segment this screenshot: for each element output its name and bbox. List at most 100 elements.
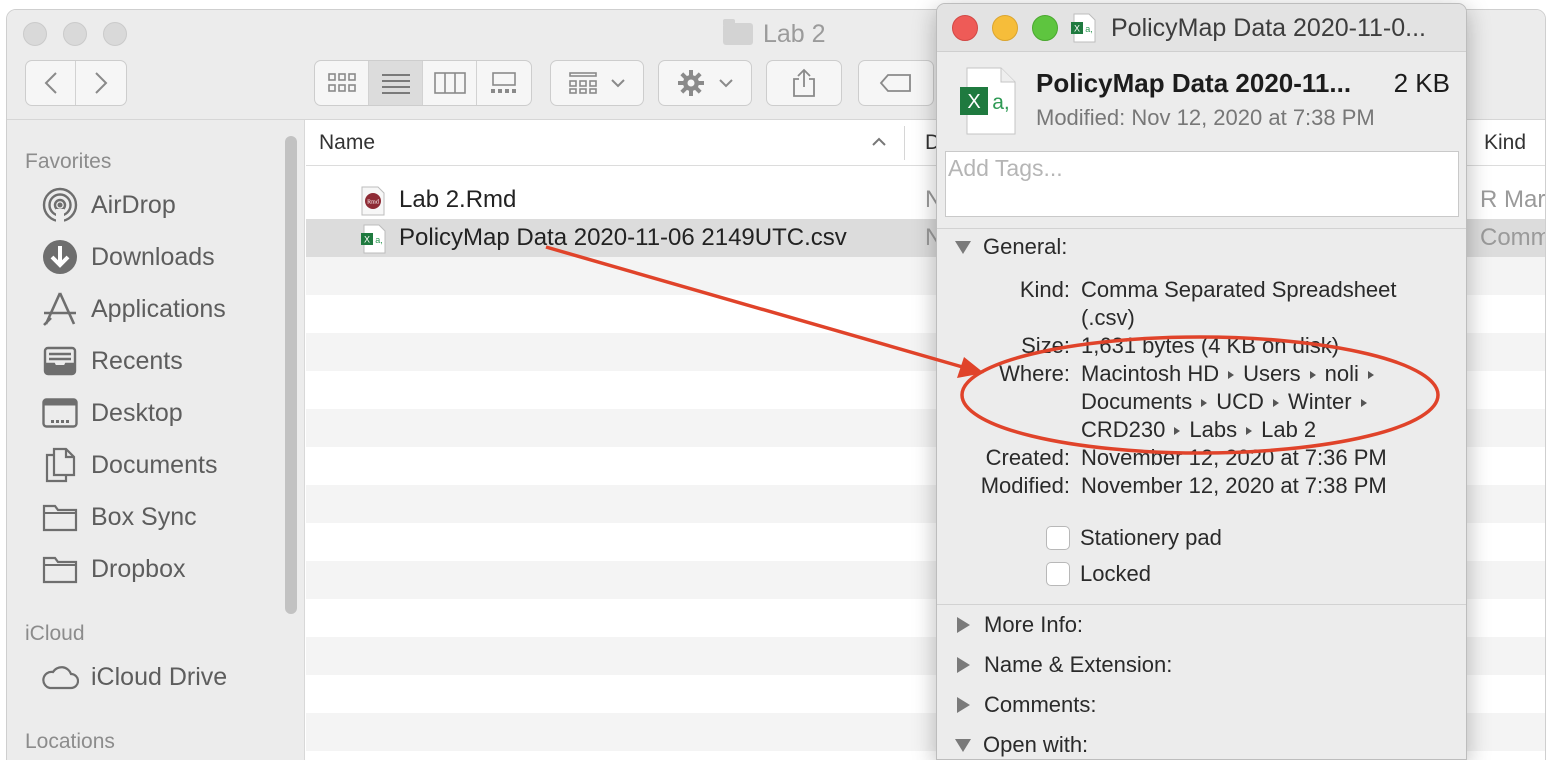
section-label: Comments: (984, 692, 1097, 717)
column-name[interactable]: Name (319, 131, 375, 155)
desktop-icon (41, 394, 79, 432)
tags-input[interactable] (948, 155, 1456, 182)
section-label: General: (983, 234, 1068, 259)
sidebar-heading-favorites: Favorites (25, 150, 112, 173)
sidebar-item-desktop[interactable]: Desktop (41, 393, 183, 433)
group-button[interactable] (550, 60, 644, 106)
sidebar-item-label: Recents (91, 346, 183, 375)
sidebar-item-box-sync[interactable]: Box Sync (41, 497, 197, 537)
close-button[interactable] (952, 15, 978, 41)
list-view-button[interactable] (369, 61, 423, 105)
recents-icon (41, 342, 79, 380)
icon-grid-icon (327, 73, 356, 92)
group-grid-icon (569, 72, 597, 94)
section-general[interactable]: General: (955, 232, 1067, 262)
csv-file-icon: X a, (361, 224, 386, 254)
action-button[interactable] (658, 60, 752, 106)
svg-text:X: X (967, 91, 980, 113)
downloads-icon (41, 238, 79, 276)
column-kind[interactable]: Kind (1484, 131, 1526, 155)
sidebar-item-label: Applications (91, 294, 226, 323)
documents-icon (41, 446, 79, 484)
sort-ascending-icon[interactable] (872, 130, 886, 153)
sidebar-item-icloud-drive[interactable]: iCloud Drive (41, 657, 227, 697)
where-path-line2: Documents UCD Winter (1081, 389, 1376, 415)
checkbox-box[interactable] (1046, 562, 1070, 586)
get-info-window: X a, PolicyMap Data 2020-11-0... X a, Po… (936, 3, 1467, 760)
divider (937, 228, 1466, 229)
path-arrow-icon (1309, 371, 1316, 380)
divider (937, 604, 1466, 605)
section-name-extension[interactable]: Name & Extension: (955, 650, 1172, 680)
back-button[interactable] (26, 61, 76, 105)
applications-icon (41, 290, 79, 328)
share-button[interactable] (766, 60, 842, 106)
cloud-icon (41, 658, 79, 696)
path-arrow-icon (1174, 427, 1181, 436)
sidebar-item-applications[interactable]: Applications (41, 289, 226, 329)
checkbox-box[interactable] (1046, 526, 1070, 550)
svg-text:X: X (1074, 24, 1080, 34)
path-arrow-icon (1367, 371, 1374, 380)
sidebar-item-label: Documents (91, 450, 218, 479)
where-path-line3: CRD230 Labs Lab 2 (1081, 417, 1317, 442)
disclosure-closed-icon[interactable] (957, 697, 970, 713)
share-icon (793, 68, 815, 97)
sidebar-item-recents[interactable]: Recents (41, 341, 183, 381)
info-file-name: PolicyMap Data 2020-11... (1036, 68, 1352, 98)
close-button-inactive[interactable] (23, 22, 47, 46)
sidebar-item-airdrop[interactable]: AirDrop (41, 185, 176, 225)
file-kind: Comm (1480, 224, 1546, 251)
sidebar-item-label: Desktop (91, 398, 183, 427)
minimize-button-inactive[interactable] (63, 22, 87, 46)
disclosure-closed-icon[interactable] (957, 657, 970, 673)
size-label: Size: (1021, 333, 1070, 358)
window-title: Lab 2 (723, 19, 826, 49)
section-label: More Info: (984, 612, 1084, 637)
sidebar-heading-locations: Locations (25, 730, 115, 753)
sidebar-item-documents[interactable]: Documents (41, 445, 217, 485)
disclosure-closed-icon[interactable] (957, 617, 970, 633)
locked-checkbox[interactable]: Locked (1046, 561, 1151, 587)
sidebar-item-dropbox[interactable]: Dropbox (41, 549, 186, 589)
sidebar-item-label: iCloud Drive (91, 662, 228, 691)
gallery-view-button[interactable] (477, 61, 531, 105)
column-view-button[interactable] (423, 61, 477, 105)
svg-text:a,: a, (1085, 24, 1093, 34)
kind-label: Kind: (1019, 277, 1070, 302)
file-kind: R Mar (1480, 186, 1546, 213)
sidebar-item-label: Dropbox (91, 554, 186, 583)
sidebar-item-downloads[interactable]: Downloads (41, 237, 215, 277)
folder-icon (723, 19, 753, 45)
sidebar-scrollbar[interactable] (285, 136, 297, 614)
minimize-button[interactable] (992, 15, 1018, 41)
modified-label: Modified: (980, 473, 1070, 498)
icon-view-button[interactable] (315, 61, 369, 105)
zoom-button[interactable] (1032, 15, 1058, 41)
sidebar: Favorites AirDrop Downloads Applications… (7, 120, 305, 760)
stationery-pad-checkbox[interactable]: Stationery pad (1046, 525, 1222, 551)
column-divider[interactable] (904, 126, 905, 160)
info-window-title: PolicyMap Data 2020-11-0... (1111, 14, 1426, 42)
tags-field[interactable] (945, 151, 1459, 217)
size-value: 1,631 bytes (4 KB on disk) (1081, 333, 1340, 358)
path-arrow-icon (1272, 399, 1279, 408)
info-title-bar: X a, PolicyMap Data 2020-11-0... (937, 4, 1466, 52)
section-open-with[interactable]: Open with: (955, 730, 1088, 759)
path-arrow-icon (1201, 399, 1208, 408)
kind-value-line1: Comma Separated Spreadsheet (1081, 277, 1397, 302)
section-comments[interactable]: Comments: (955, 690, 1096, 720)
disclosure-open-icon[interactable] (955, 240, 971, 254)
kind-value-line2: (.csv) (1081, 305, 1135, 330)
list-icon (381, 74, 410, 94)
path-arrow-icon (1228, 371, 1235, 380)
checkbox-label: Locked (1080, 561, 1151, 586)
forward-button[interactable] (76, 61, 126, 105)
path-arrow-icon (1360, 399, 1367, 408)
disclosure-open-icon[interactable] (955, 738, 971, 752)
sidebar-item-label: Downloads (91, 242, 215, 271)
tags-button[interactable] (858, 60, 934, 106)
nav-buttons (25, 60, 127, 106)
section-more-info[interactable]: More Info: (955, 610, 1083, 640)
zoom-button-inactive[interactable] (103, 22, 127, 46)
